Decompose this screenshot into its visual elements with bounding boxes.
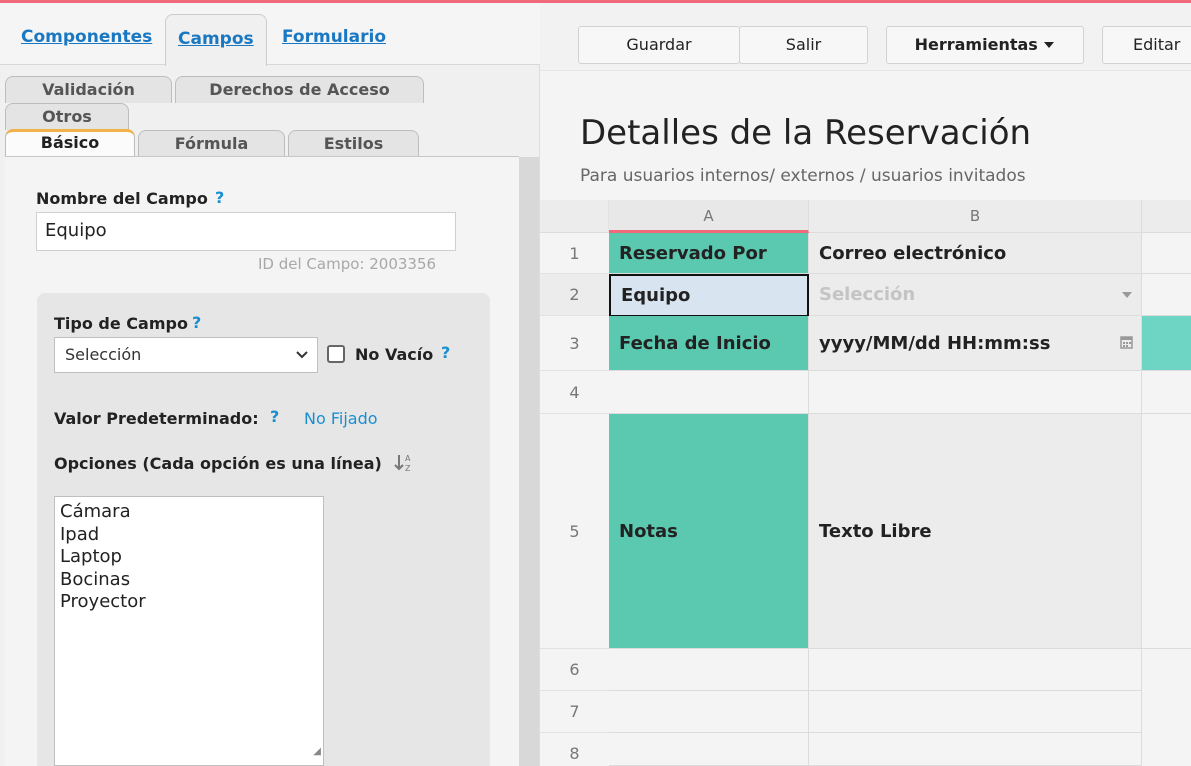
cell-b1[interactable]: Correo electrónico [809, 233, 1142, 274]
subtab-otros[interactable]: Otros [5, 103, 129, 130]
cell-b8[interactable] [809, 733, 1142, 766]
row-header[interactable]: 4 [540, 371, 609, 414]
field-name-input[interactable]: Equipo [36, 212, 456, 251]
form-preview: Guardar Salir Herramientas Editar Detall… [540, 3, 1191, 766]
option-line: Cámara [60, 501, 131, 522]
field-type-help-icon[interactable]: ? [192, 313, 201, 332]
chevron-down-icon [295, 338, 309, 385]
subtab-validacion[interactable]: Validación [5, 76, 172, 103]
row-header[interactable]: 2 [540, 274, 609, 316]
cell-c5[interactable] [1142, 414, 1191, 649]
spreadsheet-grid: A B 1 2 3 4 5 6 7 8 Reservado Por Correo… [540, 200, 1191, 766]
sort-icon[interactable]: A Z [394, 452, 414, 478]
svg-text:Z: Z [405, 464, 411, 473]
field-name-help-icon[interactable]: ? [215, 188, 224, 207]
row-header[interactable]: 6 [540, 649, 609, 691]
row-header[interactable]: 7 [540, 691, 609, 733]
option-line: Ipad [60, 523, 100, 545]
main-tabs: Componentes Campos Formulario [0, 3, 540, 66]
subtab-derechos-de-acceso[interactable]: Derechos de Acceso [175, 76, 424, 103]
cell-a7[interactable] [609, 691, 809, 733]
tab-campos[interactable]: Campos [165, 14, 267, 66]
dropdown-caret-icon [1121, 288, 1133, 302]
row-header[interactable]: 5 [540, 414, 609, 649]
tab-componentes[interactable]: Componentes [21, 27, 152, 47]
tools-menu-label: Herramientas [914, 35, 1038, 54]
cell-c1[interactable] [1142, 233, 1191, 274]
field-name-label: Nombre del Campo [36, 189, 208, 208]
page-title: Detalles de la Reservación [580, 113, 1032, 153]
cell-b3-format: yyyy/MM/dd HH:mm:ss [819, 332, 1051, 354]
field-type-select[interactable]: Selección [54, 337, 318, 373]
corner-header [540, 200, 609, 233]
resize-grip-icon[interactable]: ◢ [313, 741, 321, 764]
default-value-help-icon[interactable]: ? [270, 407, 279, 426]
column-header-b[interactable]: B [809, 200, 1142, 233]
calendar-icon [1120, 335, 1133, 352]
field-type-select-value: Selección [65, 345, 142, 364]
edit-button[interactable]: Editar [1102, 26, 1191, 64]
panel-scrollbar[interactable] [519, 157, 539, 766]
cell-a8[interactable] [609, 733, 809, 766]
exit-button[interactable]: Salir [739, 26, 868, 64]
svg-text:A: A [405, 454, 411, 463]
default-value-link[interactable]: No Fijado [304, 409, 378, 428]
options-label: Opciones (Cada opción es una línea) [54, 454, 382, 473]
cell-c2[interactable] [1142, 274, 1191, 316]
option-line: Proyector [60, 591, 146, 612]
not-empty-label: No Vacío [355, 345, 434, 364]
cell-c3[interactable] [1142, 316, 1191, 371]
cell-b3[interactable]: yyyy/MM/dd HH:mm:ss [809, 316, 1142, 371]
column-header-c[interactable] [1142, 200, 1191, 233]
subtab-estilos[interactable]: Estilos [288, 130, 419, 157]
subtab-formula[interactable]: Fórmula [138, 130, 285, 157]
cell-a1[interactable]: Reservado Por [609, 233, 809, 274]
option-line: Laptop [60, 546, 122, 567]
row-header[interactable]: 3 [540, 316, 609, 371]
tab-formulario[interactable]: Formulario [282, 27, 386, 47]
field-type-label: Tipo de Campo [54, 314, 188, 333]
row-header[interactable]: 1 [540, 233, 609, 274]
caret-down-icon [1043, 35, 1055, 54]
cell-a4[interactable] [609, 371, 809, 414]
options-textarea[interactable]: Cámara Ipad Laptop Bocinas Proyector ◢ [54, 496, 324, 766]
cell-a2-selected[interactable]: Equipo [609, 274, 809, 317]
default-value-label: Valor Predeterminado: [54, 409, 259, 428]
field-id-text: ID del Campo: 2003356 [258, 255, 437, 273]
cell-b2[interactable]: Selección [809, 274, 1142, 316]
cell-b6[interactable] [809, 649, 1142, 691]
subtab-basico[interactable]: Básico [5, 129, 135, 157]
row-header[interactable]: 8 [540, 733, 609, 766]
option-line: Bocinas [60, 568, 131, 590]
page-subtitle: Para usuarios internos/ externos / usuar… [580, 166, 1026, 186]
toolbar: Guardar Salir Herramientas Editar [540, 3, 1191, 71]
tools-menu-button[interactable]: Herramientas [886, 26, 1084, 64]
cell-b2-placeholder: Selección [819, 284, 916, 305]
cell-c4[interactable] [1142, 371, 1191, 414]
cell-a5[interactable]: Notas [609, 414, 809, 649]
cell-b4[interactable] [809, 371, 1142, 414]
cell-b5[interactable]: Texto Libre [809, 414, 1142, 649]
not-empty-help-icon[interactable]: ? [441, 343, 450, 362]
not-empty-checkbox[interactable] [327, 345, 345, 363]
cell-a6[interactable] [609, 649, 809, 691]
save-button[interactable]: Guardar [578, 26, 740, 64]
cell-b7[interactable] [809, 691, 1142, 733]
cell-a3[interactable]: Fecha de Inicio [609, 316, 809, 371]
field-settings-panel: Componentes Campos Formulario Validación… [0, 3, 540, 766]
column-header-a[interactable]: A [609, 200, 809, 233]
